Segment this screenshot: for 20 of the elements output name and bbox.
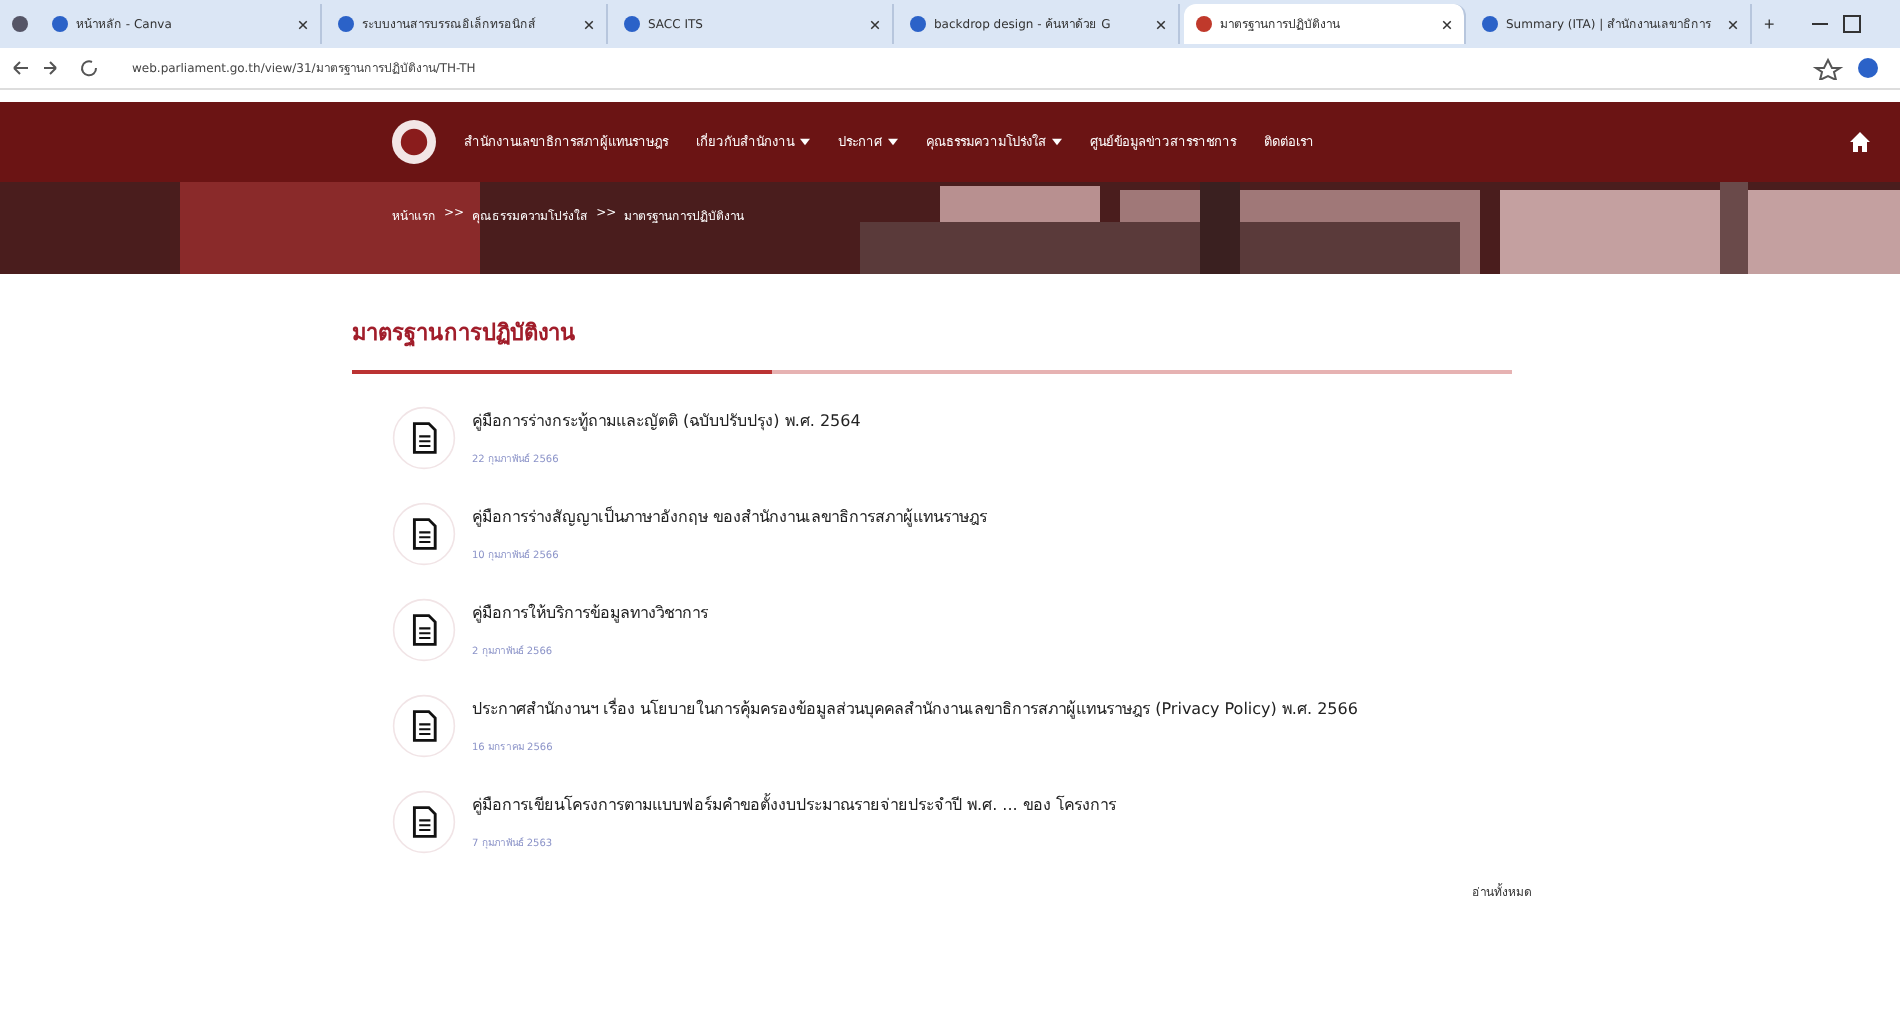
document-link[interactable]: คู่มือการเขียนโครงการตามแบบฟอร์มคำขอตั้งงบประมาณรายจ่ายประจำปี พ.ศ. ... ของ โครงการ [472, 794, 1492, 818]
close-icon[interactable] [298, 19, 308, 29]
document-link[interactable]: คู่มือการให้บริการข้อมูลทางวิชาการ [472, 602, 1492, 626]
document-icon [392, 790, 456, 854]
document-link[interactable]: ประกาศสำนักงานฯ เรื่อง นโยบายในการคุ้มครองข้อมูลส่วนบุคคลสำนักงานเลขาธิการสภาผู้แทนราษฎร (Privacy Policy) พ.ศ. 2566 [472, 698, 1492, 722]
close-icon[interactable] [870, 19, 880, 29]
document-icon [392, 502, 456, 566]
document-icon [392, 694, 456, 758]
section-title: มาตรฐานการปฏิบัติงาน [352, 318, 578, 350]
document-link[interactable]: คู่มือการร่างสัญญาเป็นภาษาอังกฤษ ของสำนักงานเลขาธิการสภาผู้แทนราษฎร [472, 506, 1492, 530]
document-link[interactable]: คู่มือการร่างกระทู้ถามและญัตติ (ฉบับปรับปรุง) พ.ศ. 2564 [472, 410, 1492, 434]
document-icon [392, 406, 456, 470]
close-icon[interactable] [1156, 19, 1166, 29]
home-icon[interactable] [1848, 130, 1872, 154]
new-tab-button[interactable]: + [1756, 14, 1783, 34]
close-icon[interactable] [1728, 19, 1738, 29]
close-icon[interactable] [584, 19, 594, 29]
emblem-icon[interactable] [392, 120, 436, 164]
close-icon[interactable] [1442, 19, 1452, 29]
document-icon [392, 598, 456, 662]
